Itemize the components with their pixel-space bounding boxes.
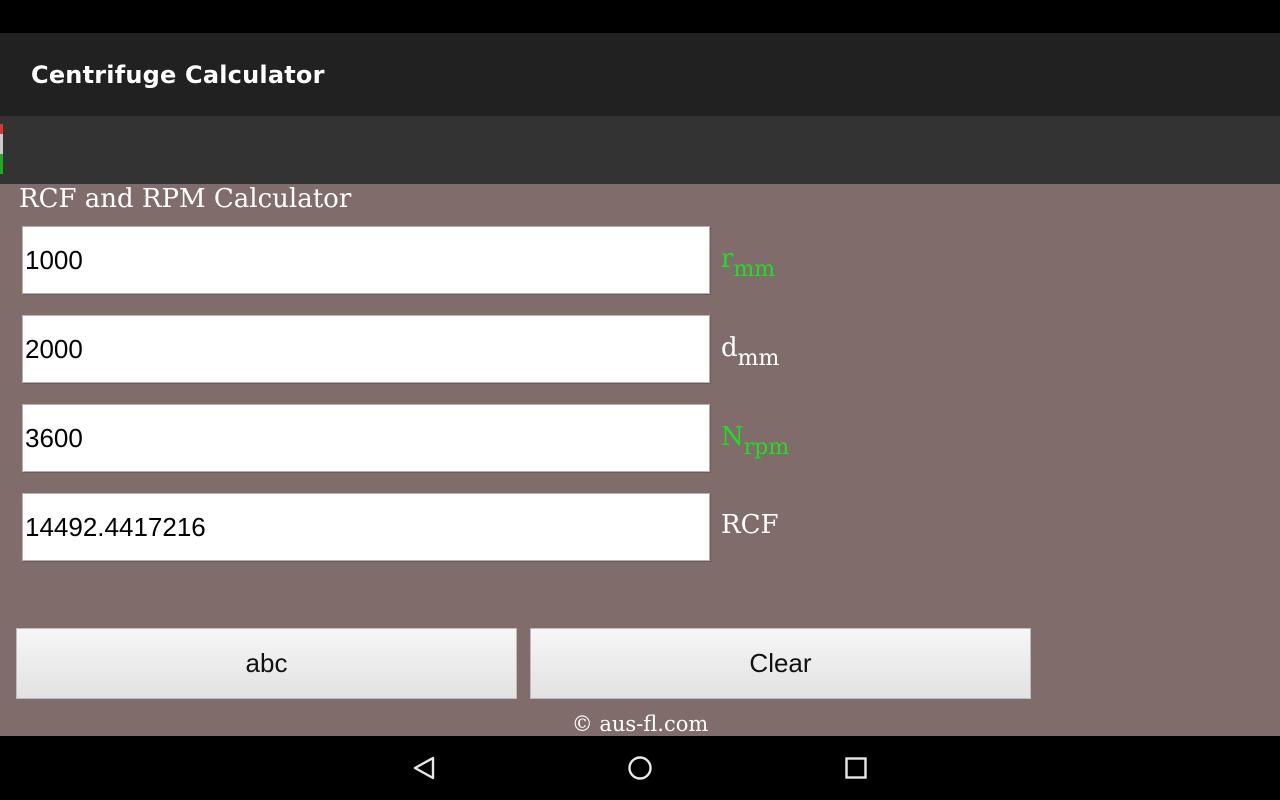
ad-indicator <box>0 124 3 174</box>
radius-unit-label: rmm <box>721 244 776 282</box>
diameter-input[interactable] <box>23 316 709 382</box>
rpm-input[interactable] <box>23 405 709 471</box>
action-bar: Centrifuge Calculator <box>0 33 1280 116</box>
rcf-field[interactable] <box>22 493 710 561</box>
section-title: RCF and RPM Calculator <box>19 184 352 214</box>
copyright-text: © aus-fl.com <box>571 712 709 736</box>
app-title: Centrifuge Calculator <box>31 61 325 89</box>
recents-icon[interactable] <box>841 753 871 783</box>
status-bar <box>0 0 1280 33</box>
rpm-unit-label: Nrpm <box>721 422 790 460</box>
home-icon[interactable] <box>625 753 655 783</box>
clear-button[interactable]: Clear <box>530 628 1031 699</box>
calculator-panel: RCF and RPM Calculator rmm dmm Nrpm RCF … <box>0 184 1280 736</box>
rpm-field[interactable] <box>22 404 710 472</box>
ad-banner[interactable] <box>0 116 1280 184</box>
rcf-input[interactable] <box>23 494 709 560</box>
diameter-unit-label: dmm <box>721 333 780 371</box>
rcf-unit-label: RCF <box>721 510 779 540</box>
abc-button[interactable]: abc <box>16 628 517 699</box>
diameter-field[interactable] <box>22 315 710 383</box>
navigation-bar <box>0 736 1280 800</box>
back-icon[interactable] <box>409 753 439 783</box>
radius-input[interactable] <box>23 227 709 293</box>
radius-field[interactable] <box>22 226 710 294</box>
